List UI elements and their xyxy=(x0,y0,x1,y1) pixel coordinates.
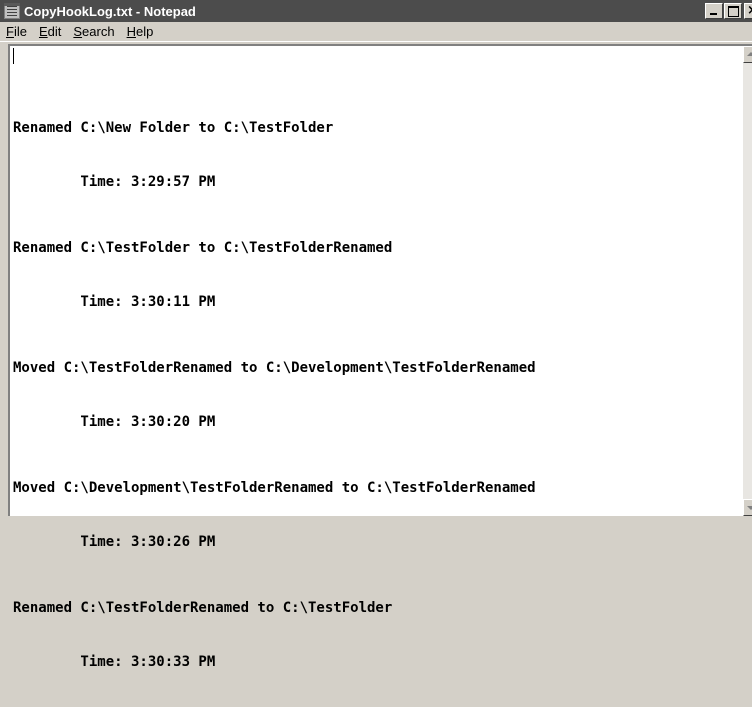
vertical-scrollbar[interactable] xyxy=(743,46,752,516)
scroll-up-icon[interactable] xyxy=(743,46,752,63)
log-entry: Renamed C:\TestFolder to C:\TestFolderRe… xyxy=(13,203,733,310)
log-action: Moved C:\Development\TestFolderRenamed t… xyxy=(13,480,536,496)
menu-help-label: elp xyxy=(135,23,154,39)
window-controls: × xyxy=(704,3,752,19)
log-time: Time: 3:30:26 PM xyxy=(13,534,216,550)
maximize-icon[interactable] xyxy=(724,3,742,19)
notepad-window: CopyHookLog.txt - Notepad × File Edit Se… xyxy=(0,0,752,670)
log-entry: Renamed C:\New Folder to C:\TestFolder T… xyxy=(13,83,733,190)
log-action: Renamed C:\TestFolder to C:\TestFolderRe… xyxy=(13,240,393,256)
menu-search-accel: S xyxy=(73,23,83,39)
menu-search[interactable]: Search xyxy=(67,22,120,42)
menu-file-label: ile xyxy=(13,23,27,39)
menu-file[interactable]: File xyxy=(0,22,33,42)
menu-edit-accel: E xyxy=(38,23,48,39)
menu-file-accel: F xyxy=(6,23,14,39)
scroll-down-icon[interactable] xyxy=(743,499,752,516)
log-action: Renamed C:\TestFolderRenamed to C:\TestF… xyxy=(13,600,393,616)
window-title: CopyHookLog.txt - Notepad xyxy=(24,3,196,19)
close-icon[interactable]: × xyxy=(744,3,752,19)
menu-bar: File Edit Search Help xyxy=(0,22,752,42)
log-action: Moved C:\TestFolderRenamed to C:\Develop… xyxy=(13,360,536,376)
log-entry: Moved C:\Development\TestFolderRenamed t… xyxy=(13,443,733,550)
log-entry: Moved C:\TestFolderRenamed to C:\Develop… xyxy=(13,323,733,430)
log-time: Time: 3:29:57 PM xyxy=(13,174,216,190)
log-time: Time: 3:30:11 PM xyxy=(13,294,216,310)
minimize-icon[interactable] xyxy=(705,3,723,19)
menu-edit[interactable]: Edit xyxy=(33,22,67,42)
editor-content[interactable]: Renamed C:\New Folder to C:\TestFolder T… xyxy=(13,47,733,670)
title-bar[interactable]: CopyHookLog.txt - Notepad × xyxy=(0,0,752,22)
menu-edit-label: dit xyxy=(47,23,62,39)
log-entry: Renamed C:\TestFolderRenamed to C:\TestF… xyxy=(13,563,733,670)
log-action: Renamed C:\New Folder to C:\TestFolder xyxy=(13,120,334,136)
menu-help[interactable]: Help xyxy=(121,22,160,42)
log-time: Time: 3:30:33 PM xyxy=(13,654,216,670)
menu-help-accel: H xyxy=(126,23,136,39)
log-time: Time: 3:30:20 PM xyxy=(13,414,216,430)
menu-search-label: earch xyxy=(82,23,115,39)
notepad-icon[interactable] xyxy=(4,3,20,19)
text-area[interactable]: Renamed C:\New Folder to C:\TestFolder T… xyxy=(8,44,752,670)
